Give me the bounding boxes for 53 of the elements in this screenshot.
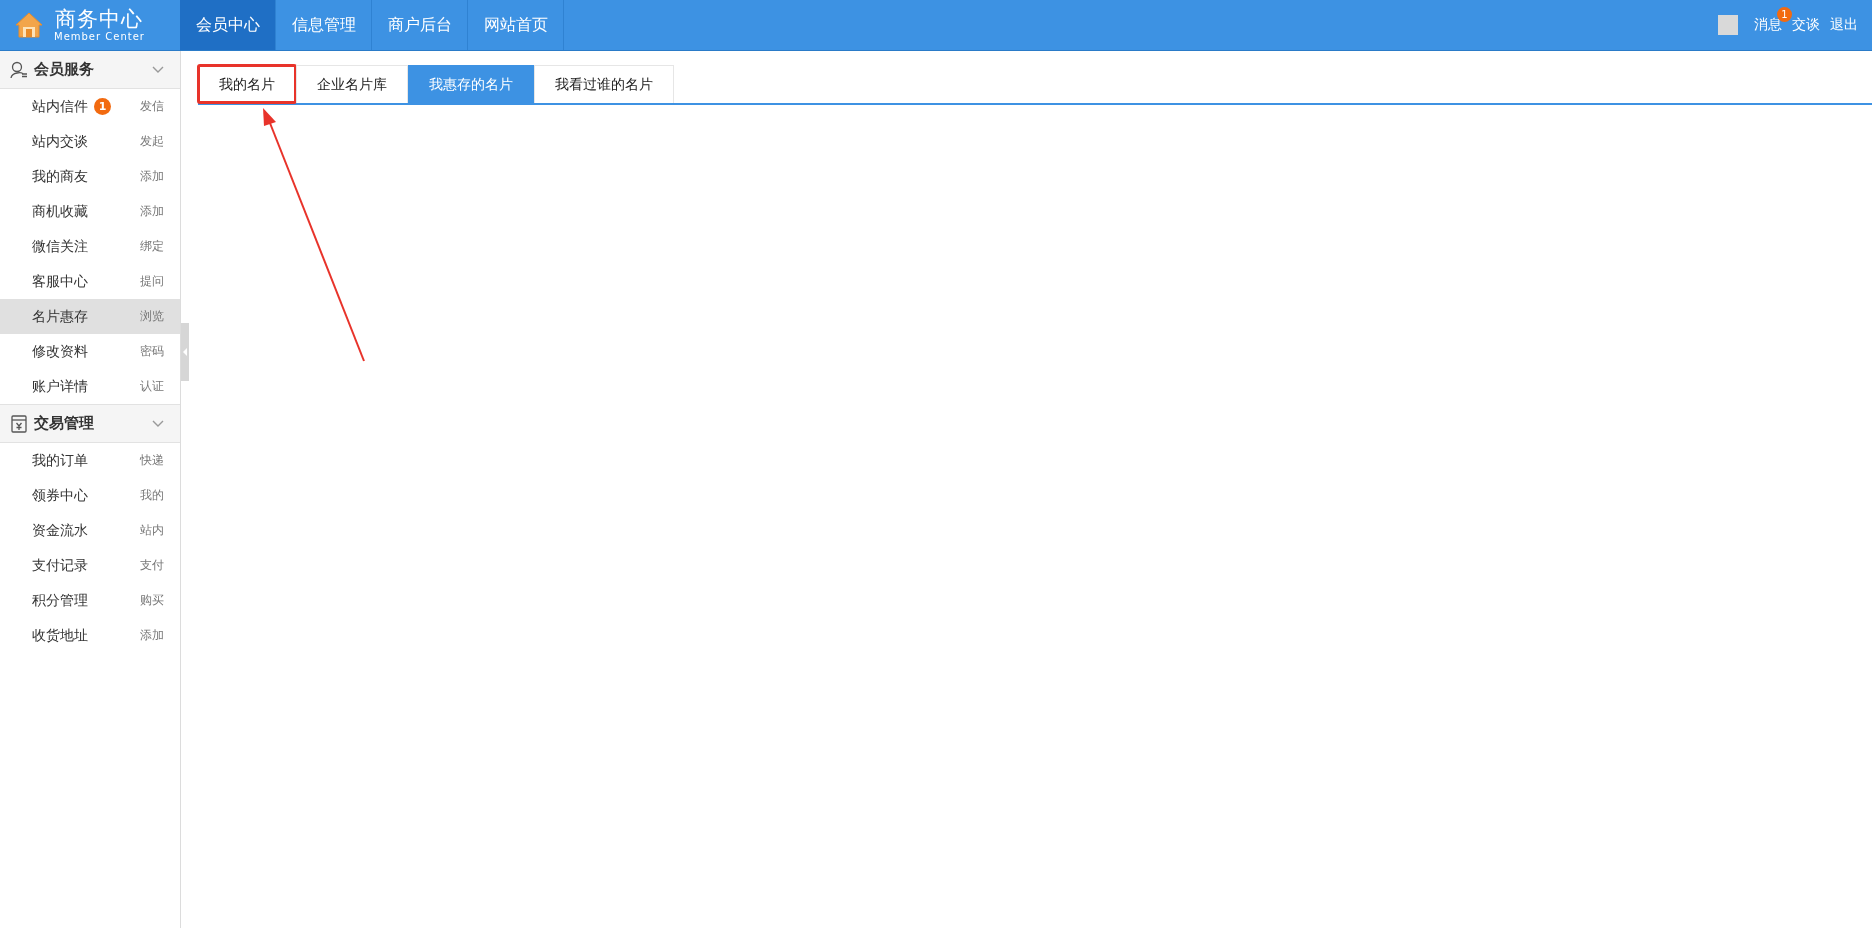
chevron-icon (152, 65, 164, 74)
group-header[interactable]: 会员服务 (0, 51, 180, 89)
user-icon (10, 60, 28, 79)
item-action-link[interactable]: 密码 (140, 343, 164, 360)
nav-tab[interactable]: 信息管理 (276, 0, 372, 50)
header-link[interactable]: 退出 (1830, 16, 1858, 32)
item-action-link[interactable]: 站内 (140, 522, 164, 539)
collapse-handle[interactable] (181, 323, 189, 381)
sidebar-item[interactable]: 支付记录 支付 (0, 548, 180, 583)
avatar-icon[interactable] (1718, 15, 1738, 35)
tab[interactable]: 我的名片 (198, 65, 296, 103)
item-action-link[interactable]: 认证 (140, 378, 164, 395)
sidebar-item[interactable]: 站内信件 1 发信 (0, 89, 180, 124)
item-action-link[interactable]: 提问 (140, 273, 164, 290)
group-header[interactable]: 交易管理 (0, 404, 180, 443)
group-title: 交易管理 (34, 414, 95, 433)
sidebar-item[interactable]: 商机收藏 添加 (0, 194, 180, 229)
item-action-link[interactable]: 绑定 (140, 238, 164, 255)
group-title: 会员服务 (34, 60, 95, 79)
sidebar-item[interactable]: 领券中心 我的 (0, 478, 180, 513)
count-badge: 1 (94, 98, 111, 115)
item-action-link[interactable]: 我的 (140, 487, 164, 504)
sidebar-item[interactable]: 修改资料 密码 (0, 334, 180, 369)
item-action-link[interactable]: 快递 (140, 452, 164, 469)
item-action-link[interactable]: 浏览 (140, 308, 164, 325)
sidebar-item[interactable]: 收货地址 添加 (0, 618, 180, 653)
logo-title: 商务中心 (55, 7, 144, 31)
wallet-icon (10, 414, 28, 433)
item-action-link[interactable]: 添加 (140, 627, 164, 644)
nav-tab[interactable]: 会员中心 (180, 0, 276, 50)
item-action-link[interactable]: 发起 (140, 133, 164, 150)
item-action-link[interactable]: 添加 (140, 168, 164, 185)
house-icon (14, 11, 44, 39)
sidebar-item[interactable]: 微信关注 绑定 (0, 229, 180, 264)
sidebar-item[interactable]: 账户详情 认证 (0, 369, 180, 404)
sidebar-item[interactable]: 我的商友 添加 (0, 159, 180, 194)
chevron-icon (152, 419, 164, 428)
logo-subtitle: Member Center (54, 31, 145, 43)
item-action-link[interactable]: 支付 (140, 557, 164, 574)
tab[interactable]: 我惠存的名片 (408, 65, 534, 103)
sidebar-item[interactable]: 名片惠存 浏览 (0, 299, 180, 334)
item-action-link[interactable]: 发信 (140, 98, 164, 115)
nav-tab[interactable]: 商户后台 (372, 0, 468, 50)
sidebar-item[interactable]: 积分管理 购买 (0, 583, 180, 618)
sidebar-item[interactable]: 站内交谈 发起 (0, 124, 180, 159)
sidebar-item[interactable]: 资金流水 站内 (0, 513, 180, 548)
sidebar-item[interactable]: 我的订单 快递 (0, 443, 180, 478)
sidebar-item[interactable]: 客服中心 提问 (0, 264, 180, 299)
nav-tab[interactable]: 网站首页 (468, 0, 564, 50)
item-action-link[interactable]: 添加 (140, 203, 164, 220)
header-link[interactable]: 交谈 (1792, 16, 1820, 32)
item-action-link[interactable]: 购买 (140, 592, 164, 609)
tab[interactable]: 我看过谁的名片 (534, 65, 674, 103)
